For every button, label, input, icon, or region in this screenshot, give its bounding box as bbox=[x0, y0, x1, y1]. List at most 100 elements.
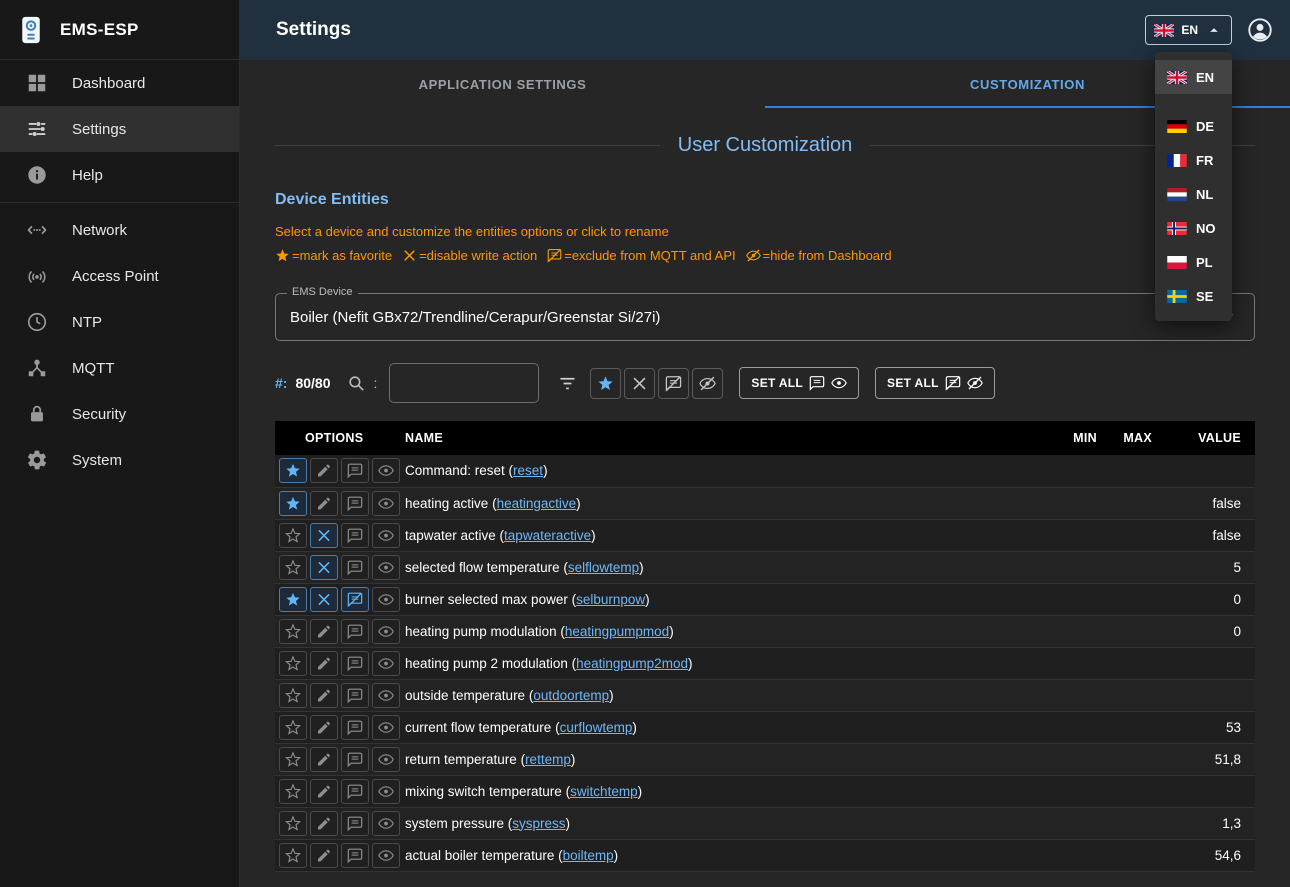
entity-name[interactable]: return temperature (rettemp) bbox=[397, 743, 1055, 775]
visibility-toggle[interactable] bbox=[372, 779, 400, 804]
entity-name[interactable]: heating active (heatingactive) bbox=[397, 487, 1055, 519]
table-row[interactable]: mixing switch temperature (switchtemp) bbox=[275, 775, 1255, 807]
write-toggle[interactable] bbox=[310, 458, 338, 483]
entity-code-link[interactable]: selflowtemp bbox=[568, 560, 639, 575]
entity-code-link[interactable]: outdoortemp bbox=[533, 688, 609, 703]
mqtt-exclude-toggle[interactable] bbox=[341, 811, 369, 836]
write-toggle[interactable] bbox=[310, 747, 338, 772]
table-row[interactable]: current flow temperature (curflowtemp)53 bbox=[275, 711, 1255, 743]
write-toggle[interactable] bbox=[310, 651, 338, 676]
entity-name[interactable]: heating pump modulation (heatingpumpmod) bbox=[397, 615, 1055, 647]
entity-name[interactable]: burner selected max power (selburnpow) bbox=[397, 583, 1055, 615]
favorite-toggle[interactable] bbox=[279, 523, 307, 548]
table-row[interactable]: actual boiler temperature (boiltemp)54,6 bbox=[275, 839, 1255, 871]
visibility-toggle[interactable] bbox=[372, 683, 400, 708]
table-row[interactable]: system pressure (syspress)1,3 bbox=[275, 807, 1255, 839]
language-option-de[interactable]: DE bbox=[1155, 109, 1232, 143]
entity-name[interactable]: outside temperature (outdoortemp) bbox=[397, 679, 1055, 711]
mqtt-exclude-toggle[interactable] bbox=[341, 779, 369, 804]
table-row[interactable]: heating pump modulation (heatingpumpmod)… bbox=[275, 615, 1255, 647]
filter-write-disabled-toggle[interactable] bbox=[624, 368, 655, 399]
table-row[interactable]: burner selected max power (selburnpow)0 bbox=[275, 583, 1255, 615]
mqtt-exclude-toggle[interactable] bbox=[341, 715, 369, 740]
write-toggle[interactable] bbox=[310, 715, 338, 740]
sidebar-item-security[interactable]: Security bbox=[0, 391, 239, 437]
sidebar-item-mqtt[interactable]: MQTT bbox=[0, 345, 239, 391]
write-toggle[interactable] bbox=[310, 619, 338, 644]
favorite-toggle[interactable] bbox=[279, 715, 307, 740]
visibility-toggle[interactable] bbox=[372, 555, 400, 580]
table-row[interactable]: heating active (heatingactive)false bbox=[275, 487, 1255, 519]
visibility-toggle[interactable] bbox=[372, 747, 400, 772]
write-toggle[interactable] bbox=[310, 683, 338, 708]
visibility-toggle[interactable] bbox=[372, 458, 400, 483]
language-option-pl[interactable]: PL bbox=[1155, 245, 1232, 279]
entity-name[interactable]: heating pump 2 modulation (heatingpump2m… bbox=[397, 647, 1055, 679]
table-row[interactable]: tapwater active (tapwateractive)false bbox=[275, 519, 1255, 551]
sidebar-item-system[interactable]: System bbox=[0, 437, 239, 483]
language-option-fr[interactable]: FR bbox=[1155, 143, 1232, 177]
sidebar-item-network[interactable]: Network bbox=[0, 207, 239, 253]
sidebar-item-dashboard[interactable]: Dashboard bbox=[0, 60, 239, 106]
visibility-toggle[interactable] bbox=[372, 587, 400, 612]
filter-mqtt-excluded-toggle[interactable] bbox=[658, 368, 689, 399]
favorite-toggle[interactable] bbox=[279, 683, 307, 708]
visibility-toggle[interactable] bbox=[372, 619, 400, 644]
table-row[interactable]: return temperature (rettemp)51,8 bbox=[275, 743, 1255, 775]
write-toggle[interactable] bbox=[310, 491, 338, 516]
mqtt-exclude-toggle[interactable] bbox=[341, 683, 369, 708]
mqtt-exclude-toggle[interactable] bbox=[341, 555, 369, 580]
account-button[interactable] bbox=[1246, 16, 1274, 44]
favorite-toggle[interactable] bbox=[279, 747, 307, 772]
favorite-toggle[interactable] bbox=[279, 458, 307, 483]
language-option-se[interactable]: SE bbox=[1155, 279, 1232, 313]
entity-code-link[interactable]: switchtemp bbox=[570, 784, 638, 799]
mqtt-exclude-toggle[interactable] bbox=[341, 491, 369, 516]
search-input[interactable] bbox=[389, 363, 539, 403]
mqtt-exclude-toggle[interactable] bbox=[341, 458, 369, 483]
favorite-toggle[interactable] bbox=[279, 651, 307, 676]
table-row[interactable]: selected flow temperature (selflowtemp)5 bbox=[275, 551, 1255, 583]
language-option-no[interactable]: NO bbox=[1155, 211, 1232, 245]
sidebar-item-ntp[interactable]: NTP bbox=[0, 299, 239, 345]
table-row[interactable]: Command: reset (reset) bbox=[275, 455, 1255, 487]
entity-code-link[interactable]: heatingpumpmod bbox=[565, 624, 669, 639]
language-select[interactable]: EN bbox=[1145, 15, 1232, 45]
favorite-toggle[interactable] bbox=[279, 779, 307, 804]
write-toggle[interactable] bbox=[310, 779, 338, 804]
entity-name[interactable]: system pressure (syspress) bbox=[397, 807, 1055, 839]
visibility-toggle[interactable] bbox=[372, 491, 400, 516]
filter-hidden-toggle[interactable] bbox=[692, 368, 723, 399]
language-option-en[interactable]: EN bbox=[1155, 60, 1232, 94]
entity-name[interactable]: selected flow temperature (selflowtemp) bbox=[397, 551, 1055, 583]
write-toggle[interactable] bbox=[310, 587, 338, 612]
sidebar-item-settings[interactable]: Settings bbox=[0, 106, 239, 152]
visibility-toggle[interactable] bbox=[372, 715, 400, 740]
write-toggle[interactable] bbox=[310, 843, 338, 868]
mqtt-exclude-toggle[interactable] bbox=[341, 843, 369, 868]
entity-code-link[interactable]: boiltemp bbox=[563, 848, 614, 863]
mqtt-exclude-toggle[interactable] bbox=[341, 619, 369, 644]
write-toggle[interactable] bbox=[310, 811, 338, 836]
mqtt-exclude-toggle[interactable] bbox=[341, 651, 369, 676]
favorite-toggle[interactable] bbox=[279, 587, 307, 612]
filter-favorites-toggle[interactable] bbox=[590, 368, 621, 399]
write-toggle[interactable] bbox=[310, 555, 338, 580]
visibility-toggle[interactable] bbox=[372, 651, 400, 676]
entity-name[interactable]: actual boiler temperature (boiltemp) bbox=[397, 839, 1055, 871]
favorite-toggle[interactable] bbox=[279, 843, 307, 868]
mqtt-exclude-toggle[interactable] bbox=[341, 523, 369, 548]
favorite-toggle[interactable] bbox=[279, 619, 307, 644]
set-all-hidden-button[interactable]: SET ALL bbox=[875, 367, 995, 399]
entity-name[interactable]: Command: reset (reset) bbox=[397, 455, 1055, 487]
entity-name[interactable]: current flow temperature (curflowtemp) bbox=[397, 711, 1055, 743]
entity-code-link[interactable]: reset bbox=[513, 463, 543, 478]
favorite-toggle[interactable] bbox=[279, 811, 307, 836]
entity-code-link[interactable]: heatingactive bbox=[497, 496, 577, 511]
device-select[interactable]: EMS Device Boiler (Nefit GBx72/Trendline… bbox=[275, 293, 1255, 341]
entity-code-link[interactable]: heatingpump2mod bbox=[576, 656, 688, 671]
write-toggle[interactable] bbox=[310, 523, 338, 548]
favorite-toggle[interactable] bbox=[279, 555, 307, 580]
mqtt-exclude-toggle[interactable] bbox=[341, 747, 369, 772]
entity-code-link[interactable]: selburnpow bbox=[576, 592, 645, 607]
